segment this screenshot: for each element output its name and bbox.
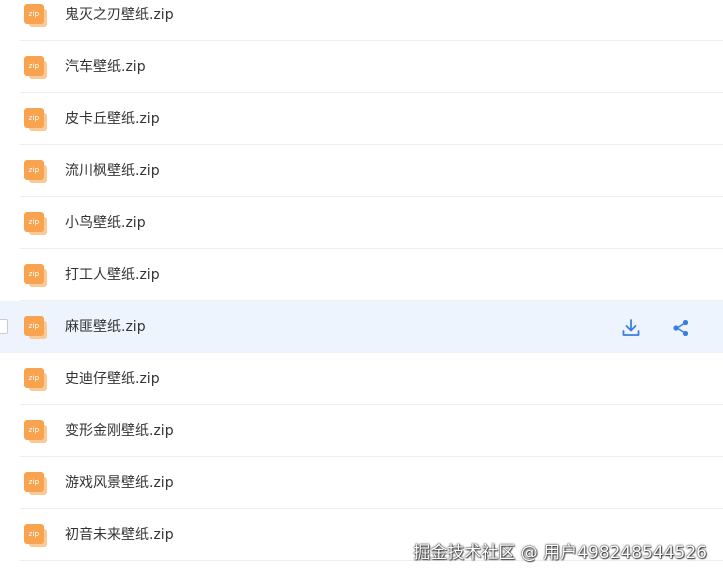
zip-file-icon: zip: [24, 160, 48, 184]
list-item[interactable]: zip 皮卡丘壁纸.zip: [0, 93, 723, 145]
file-name[interactable]: 小鸟壁纸.zip: [65, 197, 146, 249]
zip-file-icon: zip: [24, 472, 48, 496]
zip-file-icon: zip: [24, 212, 48, 236]
list-item[interactable]: zip 变形金刚壁纸.zip: [0, 405, 723, 457]
list-item-hovered[interactable]: zip 麻匪壁纸.zip: [0, 301, 723, 353]
list-item[interactable]: zip 流川枫壁纸.zip: [0, 145, 723, 197]
file-name[interactable]: 鬼灭之刃壁纸.zip: [65, 0, 174, 41]
zip-file-icon: zip: [24, 316, 48, 340]
zip-file-icon: zip: [24, 264, 48, 288]
file-name[interactable]: 游戏风景壁纸.zip: [65, 457, 174, 509]
file-name[interactable]: 皮卡丘壁纸.zip: [65, 93, 160, 145]
file-name[interactable]: 变形金刚壁纸.zip: [65, 405, 174, 457]
file-name[interactable]: 史迪仔壁纸.zip: [65, 353, 160, 405]
watermark: 掘金技术社区 @ 用户498248544526: [413, 543, 707, 563]
download-icon: [622, 319, 640, 336]
file-name[interactable]: 流川枫壁纸.zip: [65, 145, 160, 197]
share-icon: [673, 319, 689, 337]
list-item[interactable]: zip 小鸟壁纸.zip: [0, 197, 723, 249]
zip-file-icon: zip: [24, 108, 48, 132]
zip-file-icon: zip: [24, 4, 48, 28]
list-item[interactable]: zip 史迪仔壁纸.zip: [0, 353, 723, 405]
zip-file-icon: zip: [24, 56, 48, 80]
zip-file-icon: zip: [24, 368, 48, 392]
row-checkbox[interactable]: [0, 319, 8, 334]
zip-file-icon: zip: [24, 420, 48, 444]
file-name[interactable]: 打工人壁纸.zip: [65, 249, 160, 301]
list-item[interactable]: zip 鬼灭之刃壁纸.zip: [0, 0, 723, 41]
list-item[interactable]: zip 游戏风景壁纸.zip: [0, 457, 723, 509]
share-button[interactable]: [671, 318, 691, 338]
list-item[interactable]: zip 打工人壁纸.zip: [0, 249, 723, 301]
file-name[interactable]: 麻匪壁纸.zip: [65, 301, 146, 353]
zip-file-icon: zip: [24, 524, 48, 548]
file-name[interactable]: 汽车壁纸.zip: [65, 41, 146, 93]
list-item[interactable]: zip 汽车壁纸.zip: [0, 41, 723, 93]
file-name[interactable]: 初音未来壁纸.zip: [65, 509, 174, 561]
download-button[interactable]: [621, 318, 641, 338]
